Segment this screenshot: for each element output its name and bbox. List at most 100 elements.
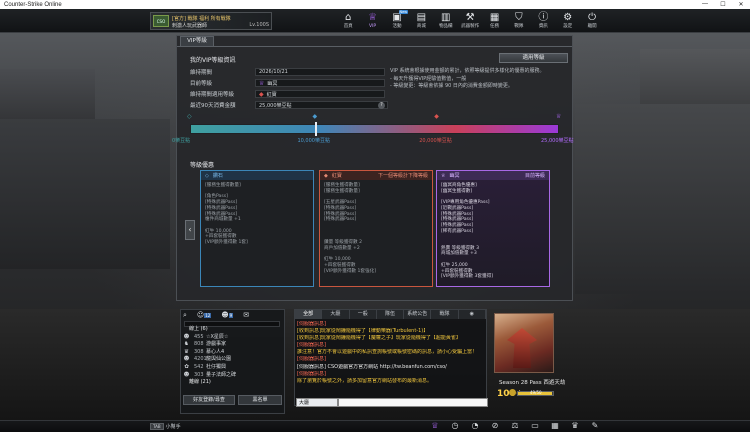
chat-tab[interactable]: ◉ — [458, 310, 486, 319]
season-progress-bar: 49/50 — [509, 389, 554, 396]
gamepad-icon[interactable]: ▭ — [525, 421, 545, 431]
info-icon: ⓘ — [538, 12, 549, 23]
friend-level: 308 — [194, 348, 204, 355]
prev-tier-button[interactable]: ‹ — [185, 220, 195, 240]
nav-event[interactable]: ▣ 活動 New — [385, 9, 409, 33]
helper-button[interactable]: TAB 小幫手 — [150, 422, 181, 430]
tier-marker-icon: ◇ — [187, 113, 192, 120]
search-icon[interactable]: ⌕ — [183, 311, 187, 320]
friend-list: 線上 (6) ☻ 455 ☆X星辰☆ ♞ 808 游戲事家 ♛ 308 慕心人4 ☻ 4201 龍與仙公… — [183, 326, 283, 387]
nav-label: 武器製作 — [461, 24, 480, 29]
clan-count-badge: 9 — [228, 313, 234, 318]
friend-group-header[interactable]: 離線 (21) — [183, 379, 283, 387]
chat-tab[interactable]: 大廳 — [322, 310, 350, 319]
trophy-icon[interactable]: ♛ — [565, 421, 585, 431]
nav-shop[interactable]: ▤ 商城 — [409, 9, 433, 33]
friend-row[interactable]: ✿ 542 杜仔獨興 — [183, 364, 283, 372]
nav-inventory[interactable]: ▥ 物品欄 — [434, 9, 458, 33]
vip-small-icon[interactable]: ♕ — [425, 421, 445, 431]
top-navigation-bar: CSO [官方] 戰隊 福利 所有戰隊 刺激人玩武器師 Lv.100S ⌂ 首頁 ♕… — [0, 9, 750, 33]
inventory-icon: ▥ — [441, 12, 451, 23]
tier-card-ruby[interactable]: ◆ 紅寶 下一個等級計下降等級 [服務生獲得數量] [服務生獲得數量] [五星武器P… — [319, 170, 433, 287]
coin-icon — [509, 389, 516, 396]
balance-icon[interactable]: ⚖ — [505, 421, 525, 431]
clan-name: [官方] 戰隊 福利 所有戰隊 — [172, 16, 231, 22]
nav-home[interactable]: ⌂ 首頁 — [336, 9, 360, 33]
stopwatch-icon[interactable]: ◔ — [465, 421, 485, 431]
chat-tab[interactable]: 戰隊 — [431, 310, 459, 319]
nav-mission[interactable]: ▦ 任務 — [482, 9, 506, 33]
nav-settings[interactable]: ⚙ 設定 — [556, 9, 580, 33]
friend-name: 龍與仙公園 — [206, 356, 232, 363]
applicable-level-button[interactable]: 適用等級 — [499, 53, 568, 63]
vip-note: - 等級變更：等級會依據 90 日內的消費金額即時變更。 — [390, 83, 513, 89]
chat-tab[interactable]: 全部 — [295, 310, 323, 319]
power-icon: ⏻ — [588, 12, 597, 23]
tool-icon[interactable]: ✎ — [585, 421, 605, 431]
tier-marker-icon: ◆ — [312, 113, 318, 120]
friend-row[interactable]: ♞ 808 游戲事家 — [183, 341, 283, 349]
clan-tab[interactable]: ☻9 — [221, 311, 234, 320]
friends-tab[interactable]: ☺12 — [197, 311, 212, 320]
info-value-text: 幽冥 — [267, 80, 278, 87]
window-titlebar: Counter-Strike Online — ☐ ✕ — [0, 0, 750, 9]
panel-divider — [177, 46, 572, 47]
window-title: Counter-Strike Online — [4, 1, 62, 8]
chat-tab[interactable]: 隊伍 — [376, 310, 405, 319]
no-entry-icon[interactable]: ⊘ — [485, 421, 505, 431]
chat-tab[interactable]: 一般 — [349, 310, 377, 319]
tab-vip-level[interactable]: VIP等級 — [180, 36, 214, 46]
settings-icon: ⚙ — [563, 12, 573, 23]
tier-status: 下一個等級計下降等級 — [377, 173, 428, 179]
vip-progress-bar — [190, 124, 559, 134]
season-progress-text: 49/50 — [530, 390, 542, 395]
friend-level: 455 — [194, 333, 204, 340]
player-profile[interactable]: CSO [官方] 戰隊 福利 所有戰隊 刺激人玩武器師 Lv.100S — [150, 12, 272, 30]
friend-row[interactable]: ♛ 308 慕心人4 — [183, 349, 283, 357]
chat-message: [伺服器訊息] — [297, 356, 326, 363]
tier-threshold-label: 25,000樂豆點 — [541, 138, 574, 144]
nav-clan[interactable]: ⛉ 戰隊 — [507, 9, 531, 33]
tier-card-diamond[interactable]: ◇ 鑽石 [服務生獲得數量] [角色Pass] [特殊武器Pass] [特殊武器P… — [200, 170, 314, 287]
friend-group-header[interactable]: 線上 (6) — [183, 326, 283, 334]
tier-benefits: [服務生獲得數量] [角色Pass] [特殊武器Pass] [特殊武器Pass]… — [205, 183, 248, 246]
message-icon[interactable]: ✉ — [243, 311, 249, 320]
tier-name: 鑽石 — [212, 173, 223, 179]
add-friend-button[interactable]: 好友登錄/尋查 — [183, 395, 235, 405]
info-label: 維持期間 — [190, 70, 213, 76]
tier-status: 目前等級 — [524, 173, 545, 179]
home-icon: ⌂ — [345, 12, 352, 23]
nav-vip[interactable]: ♕ VIP — [360, 9, 384, 33]
minimize-button[interactable]: — — [696, 1, 714, 8]
chat-input[interactable] — [338, 398, 488, 407]
nav-craft[interactable]: ⚒ 武器製作 — [458, 9, 482, 33]
friend-level: 808 — [194, 341, 204, 348]
nav-info[interactable]: ⓘ 資訊 — [531, 9, 555, 33]
info-value-text: 紅寶 — [266, 91, 277, 98]
chat-tab[interactable]: 系統公告 — [404, 310, 432, 319]
nav-power[interactable]: ⏻ 離開 — [580, 9, 604, 33]
tier-card-vip[interactable]: ♕ 幽冥 目前等級 [幽冥商角色優惠] [幽冥生獲得數] [VIP專用角色優惠Pas… — [436, 170, 550, 287]
craft-icon: ⚒ — [465, 12, 475, 23]
season-pass-image[interactable] — [494, 313, 554, 373]
quest-icon[interactable]: ◷ — [445, 421, 465, 431]
clan-icon: ⛉ — [515, 12, 523, 23]
info-value: ♕ 幽冥 — [255, 79, 385, 87]
calendar-icon[interactable]: ▦ — [545, 421, 565, 431]
blacklist-button[interactable]: 黑名單 — [238, 395, 282, 405]
vip-progress-marker — [315, 122, 318, 136]
help-icon[interactable]: ? — [378, 101, 385, 109]
nav-label: 物品欄 — [439, 24, 453, 29]
clan-badge-icon: CSO — [153, 15, 169, 27]
tier-name: 幽冥 — [449, 173, 460, 179]
friend-row[interactable]: ☻ 455 ☆X星辰☆ — [183, 334, 283, 342]
chat-channel-select[interactable]: 大廳 — [296, 398, 338, 407]
season-pass-label: Season 28 Pass 西遊天劫 — [499, 380, 566, 386]
friend-row[interactable]: ☻ 4201 龍與仙公園 — [183, 356, 283, 364]
maximize-button[interactable]: ☐ — [714, 1, 732, 8]
vip-info-row: 最近90天消費金額 25,000樂豆點 ? — [190, 101, 388, 109]
my-vip-info-title: 我的VIP等級資訊 — [190, 57, 236, 64]
vip-info-row: 維持期間適用等級 ◆ 紅寶 — [190, 90, 385, 98]
close-window-button[interactable]: ✕ — [732, 1, 750, 8]
chat-message: 誰注意！官方不會以遊戲中的私訊查詢帳號或帳號密碼的訊息，請小心受騙上當！ — [297, 349, 478, 356]
